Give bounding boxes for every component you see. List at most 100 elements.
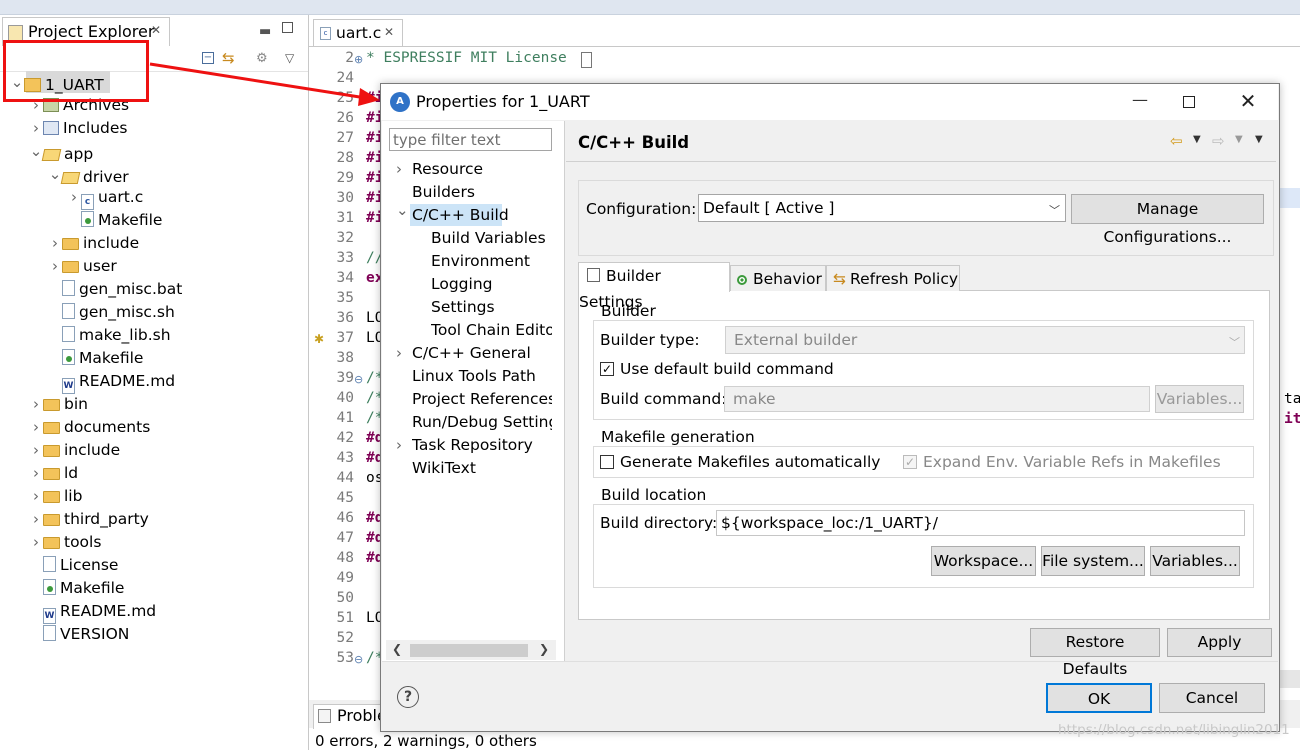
minimize-button[interactable]: — — [1120, 86, 1160, 118]
chevron-right-icon[interactable]: › — [29, 416, 43, 438]
generate-makefiles-checkbox[interactable] — [600, 455, 614, 469]
filter-input[interactable] — [389, 128, 552, 151]
tree-item[interactable]: gen_misc.bat — [48, 278, 182, 300]
nav-item[interactable]: Project References — [412, 388, 552, 410]
manage-configurations-button[interactable]: Manage Configurations... — [1071, 194, 1264, 246]
minimize-icon[interactable]: ▬ — [259, 24, 271, 39]
tree-item[interactable]: Makefile — [29, 577, 124, 599]
nav-item[interactable]: WikiText — [412, 457, 476, 479]
tree-item[interactable]: W README.md — [48, 370, 175, 394]
tab-builder-settings[interactable]: Builder Settings — [578, 262, 730, 311]
close-icon[interactable]: ✕ — [151, 23, 161, 37]
tree-item[interactable]: › tools — [29, 531, 101, 553]
nav-item[interactable]: C/C++ Build — [412, 204, 509, 226]
tree-item[interactable]: › user — [48, 255, 117, 277]
scroll-right-icon[interactable]: ❯ — [539, 642, 549, 656]
chevron-down-icon[interactable]: ⌄ — [48, 163, 62, 185]
expand-env-checkbox[interactable]: ✓ — [903, 455, 917, 469]
nav-item[interactable]: C/C++ General — [412, 342, 531, 364]
restore-defaults-button[interactable]: Restore Defaults — [1030, 628, 1160, 678]
collapse-fold-icon[interactable]: ⊖ — [354, 373, 363, 386]
nav-item[interactable]: Settings — [431, 296, 495, 318]
workspace-button[interactable]: Workspace... — [931, 546, 1036, 576]
ok-button[interactable]: OK — [1046, 683, 1152, 713]
nav-item[interactable]: Resource — [412, 158, 483, 180]
nav-item[interactable]: Logging — [431, 273, 493, 295]
nav-item[interactable]: Linux Tools Path — [412, 365, 536, 387]
chevron-right-icon[interactable]: › — [29, 508, 43, 530]
chevron-right-icon[interactable]: › — [48, 232, 62, 254]
tree-item[interactable]: › documents — [29, 416, 150, 438]
chevron-right-icon[interactable]: › — [396, 436, 402, 454]
chevron-right-icon[interactable]: › — [396, 160, 402, 178]
folded-block-icon[interactable] — [581, 52, 592, 68]
file-system-button[interactable]: File system... — [1041, 546, 1145, 576]
tab-behavior[interactable]: Behavior — [730, 265, 826, 291]
tree-item[interactable]: › ld — [29, 462, 78, 484]
build-directory-field[interactable]: ${workspace_loc:/1_UART}/ — [716, 510, 1245, 536]
chevron-right-icon[interactable]: › — [29, 531, 43, 553]
chevron-down-icon[interactable]: ⌄ — [29, 140, 43, 162]
tree-item[interactable]: ⌄ app — [29, 140, 93, 163]
chevron-right-icon[interactable]: › — [67, 186, 81, 208]
tree-item[interactable]: › include — [29, 439, 120, 461]
nav-item[interactable]: Build Variables — [431, 227, 546, 249]
scroll-left-icon[interactable]: ❮ — [392, 642, 402, 656]
chevron-right-icon[interactable]: › — [29, 485, 43, 507]
build-command-label: Build command: — [600, 390, 727, 408]
tab-refresh-policy[interactable]: ⇆ Refresh Policy — [826, 265, 960, 291]
tree-item[interactable]: › third_party — [29, 508, 149, 530]
collapse-fold-icon[interactable]: ⊖ — [354, 653, 363, 666]
tree-item[interactable]: Makefile — [67, 209, 162, 231]
tree-item[interactable]: › include — [48, 232, 139, 254]
chevron-right-icon[interactable]: › — [396, 344, 402, 362]
location-variables-button[interactable]: Variables... — [1150, 546, 1240, 576]
chevron-right-icon[interactable]: › — [29, 117, 43, 139]
tree-item[interactable]: gen_misc.sh — [48, 301, 175, 323]
close-icon[interactable]: ✕ — [384, 25, 394, 39]
chevron-right-icon[interactable]: › — [48, 255, 62, 277]
nav-item[interactable]: Run/Debug Settings — [412, 411, 552, 433]
nav-item[interactable]: Task Repository — [412, 434, 533, 456]
chevron-right-icon[interactable]: › — [29, 439, 43, 461]
scrollbar-thumb[interactable] — [410, 644, 528, 657]
use-default-command-checkbox[interactable]: ✓ — [600, 362, 614, 376]
chevron-down-icon[interactable]: ⌄ — [396, 201, 409, 219]
maximize-icon[interactable] — [282, 22, 293, 33]
tree-item[interactable]: License — [29, 554, 118, 576]
build-command-field[interactable]: make — [724, 386, 1150, 412]
tree-item[interactable]: › bin — [29, 393, 88, 415]
tree-item[interactable]: › c uart.c — [67, 186, 143, 210]
chevron-down-icon[interactable]: ▼ — [1235, 134, 1243, 145]
back-arrow-icon[interactable]: ⇦ — [1170, 132, 1183, 150]
cancel-button[interactable]: Cancel — [1159, 683, 1265, 713]
apply-button[interactable]: Apply — [1167, 628, 1272, 657]
chevron-right-icon[interactable]: › — [29, 462, 43, 484]
markdown-file-icon: W — [43, 608, 56, 624]
tree-item[interactable]: Makefile — [48, 347, 143, 369]
editor-scrollbar[interactable] — [1278, 670, 1300, 688]
view-menu-icon[interactable]: ▼ — [1255, 134, 1263, 145]
nav-item[interactable]: Tool Chain Editor — [431, 319, 552, 341]
tree-item[interactable]: make_lib.sh — [48, 324, 171, 346]
help-icon[interactable]: ? — [397, 686, 419, 708]
tree-item[interactable]: ⌄ driver — [48, 163, 129, 186]
tree-item[interactable]: W README.md — [29, 600, 156, 624]
close-button[interactable]: ✕ — [1228, 86, 1268, 118]
forward-arrow-icon[interactable]: ⇨ — [1212, 132, 1225, 150]
tree-item[interactable]: › Includes — [29, 117, 128, 139]
chevron-down-icon[interactable]: ▼ — [1193, 134, 1201, 145]
nav-item[interactable]: Builders — [412, 181, 475, 203]
folder-open-icon — [60, 172, 81, 184]
tree-item[interactable]: › lib — [29, 485, 82, 507]
maximize-button[interactable] — [1168, 86, 1208, 118]
tree-item[interactable]: VERSION — [29, 623, 129, 645]
builder-type-select[interactable]: External builder — [725, 326, 1245, 354]
builder-variables-button[interactable]: Variables... — [1155, 385, 1244, 413]
chevron-right-icon[interactable]: › — [29, 393, 43, 415]
nav-item[interactable]: Environment — [431, 250, 530, 272]
warning-marker-icon[interactable]: ✱ — [314, 332, 324, 346]
code-fragment: it — [1284, 411, 1300, 427]
line-number: 42 — [336, 430, 354, 446]
line-number: 32 — [336, 230, 354, 246]
